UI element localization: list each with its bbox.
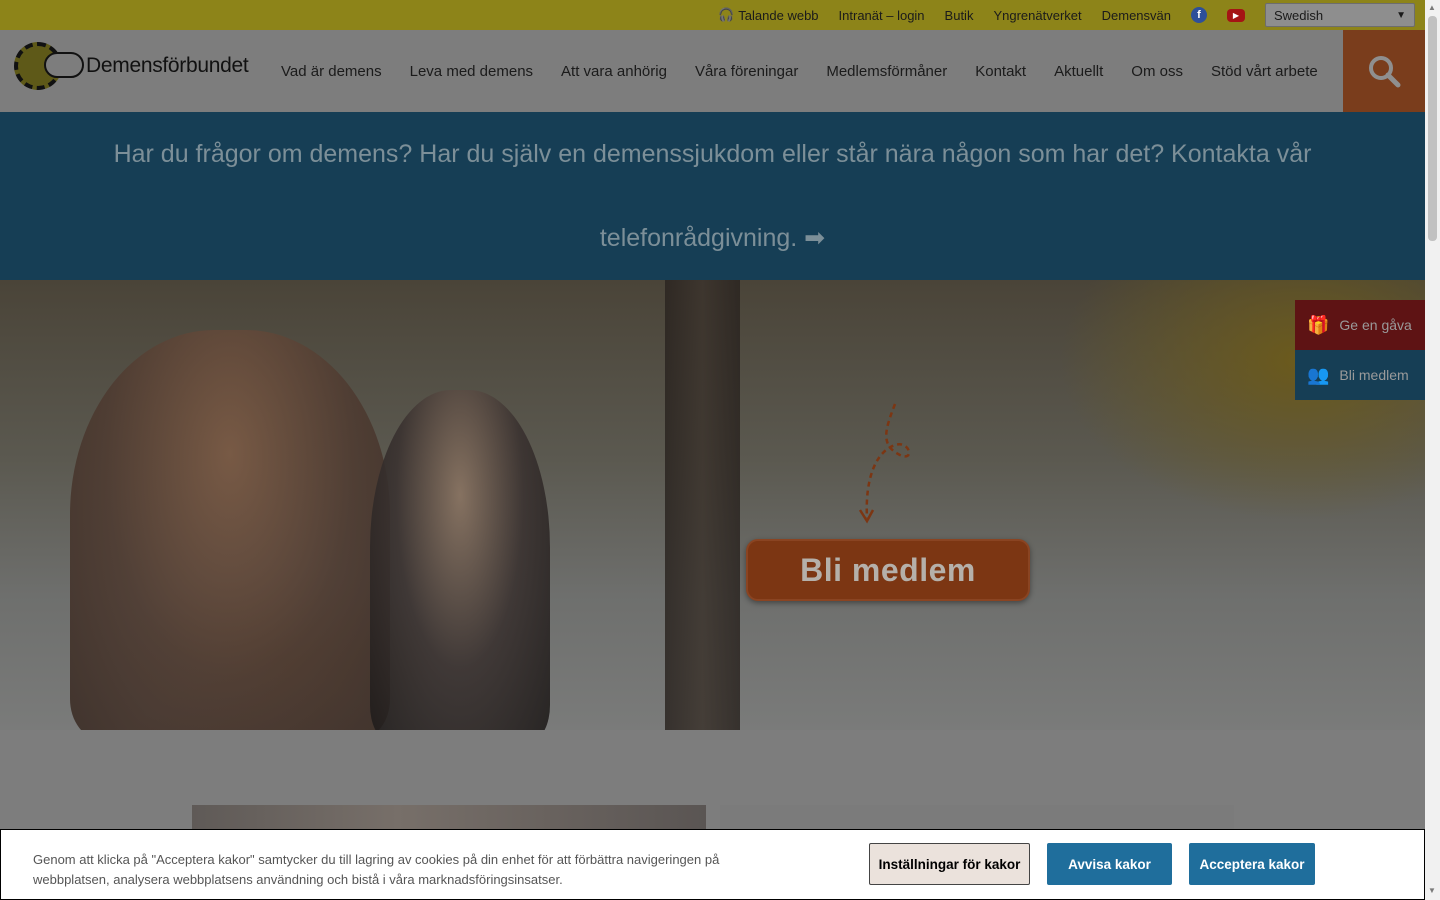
telephone-advice-banner[interactable]: Har du frågor om demens? Har du själv en… [0, 112, 1425, 280]
woman-drinking-figure [70, 330, 390, 730]
scroll-thumb[interactable] [1428, 16, 1437, 241]
nav-item-vara-foreningar[interactable]: Våra föreningar [681, 63, 812, 80]
nav-item-om-oss[interactable]: Om oss [1117, 63, 1197, 80]
talande-webb-link[interactable]: 🎧 Talande webb [708, 7, 828, 23]
banner-text: Har du frågor om demens? Har du själv en… [113, 140, 1312, 252]
become-member-tab[interactable]: 👥 Bli medlem [1295, 350, 1425, 400]
nav-item-kontakt[interactable]: Kontakt [961, 63, 1040, 80]
main-header: Demensförbundet Vad är demens Leva med d… [0, 30, 1425, 112]
intranat-login-link[interactable]: Intranät – login [829, 8, 935, 23]
give-gift-tab[interactable]: 🎁 Ge en gåva [1295, 300, 1425, 350]
chevron-down-icon: ▼ [1396, 9, 1406, 21]
main-nav: Vad är demens Leva med demens Att vara a… [267, 30, 1332, 112]
page-scrollbar[interactable]: ▲ ▼ [1425, 0, 1440, 900]
nav-item-stod-vart-arbete[interactable]: Stöd vårt arbete [1197, 63, 1332, 80]
cookie-consent-banner: Genom att klicka på "Acceptera kakor" sa… [0, 829, 1425, 900]
nav-item-vad-ar-demens[interactable]: Vad är demens [267, 63, 396, 80]
cookie-settings-button[interactable]: Inställningar för kakor [869, 843, 1030, 885]
accept-cookies-button[interactable]: Acceptera kakor [1189, 843, 1315, 885]
demensvan-link[interactable]: Demensvän [1092, 8, 1181, 23]
nav-item-att-vara-anhorig[interactable]: Att vara anhörig [547, 63, 681, 80]
cloud-logo-icon [44, 52, 84, 78]
nav-item-leva-med-demens[interactable]: Leva med demens [396, 63, 547, 80]
reject-cookies-button[interactable]: Avvisa kakor [1047, 843, 1172, 885]
dashed-arrow-icon [858, 403, 911, 524]
cookie-text: Genom att klicka på "Acceptera kakor" sa… [33, 852, 720, 887]
hero-image: Bli medlem [0, 280, 1425, 730]
facebook-icon[interactable]: f [1191, 7, 1207, 23]
language-select[interactable]: Swedish ▼ [1265, 3, 1415, 27]
woman-smiling-figure [370, 390, 550, 730]
butik-link[interactable]: Butik [935, 8, 984, 23]
scroll-down-icon[interactable]: ▼ [1428, 886, 1436, 895]
search-button[interactable] [1343, 30, 1425, 112]
youtube-icon[interactable]: ▶ [1227, 8, 1245, 22]
search-icon [1369, 56, 1401, 88]
nav-item-medlemsformaner[interactable]: Medlemsförmåner [812, 63, 961, 80]
nav-item-aktuellt[interactable]: Aktuellt [1040, 63, 1117, 80]
users-icon: 👥 [1307, 364, 1330, 385]
tree-trunk [665, 280, 740, 730]
bli-medlem-cta-button[interactable]: Bli medlem [746, 539, 1030, 601]
logo-text: Demensförbundet [86, 54, 249, 77]
headphones-icon: 🎧 [718, 7, 735, 22]
logo[interactable]: Demensförbundet [14, 42, 249, 90]
yngrenatverket-link[interactable]: Yngrenätverket [983, 8, 1091, 23]
gift-icon: 🎁 [1307, 314, 1330, 335]
top-utility-bar: 🎧 Talande webb Intranät – login Butik Yn… [0, 0, 1425, 30]
scroll-up-icon[interactable]: ▲ [1428, 3, 1436, 12]
